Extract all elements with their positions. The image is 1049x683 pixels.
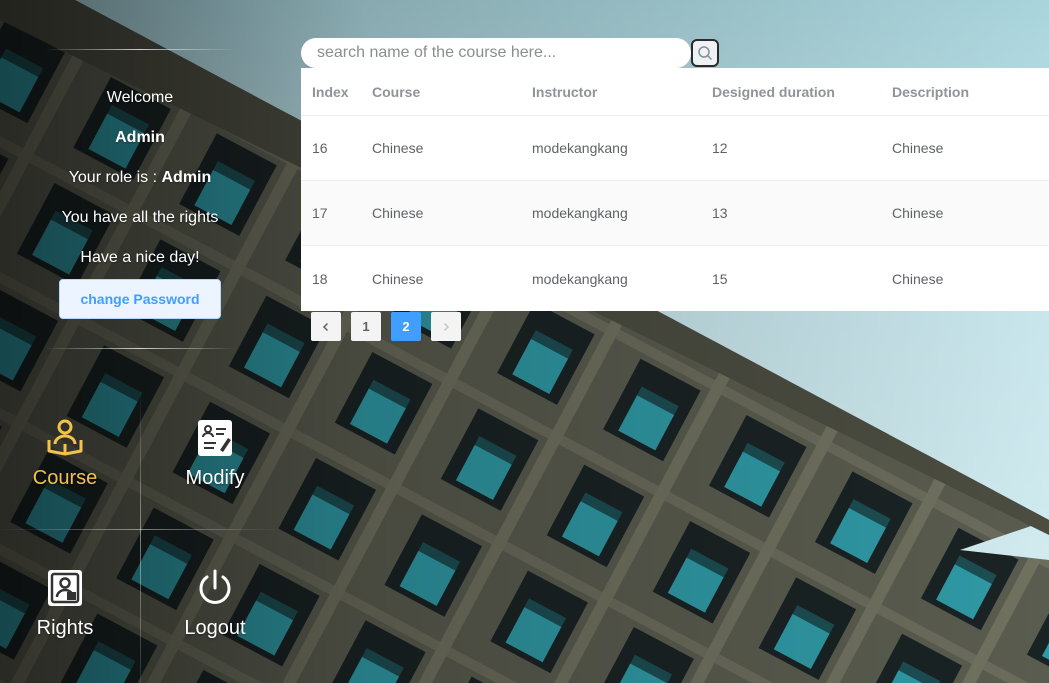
cell-course: Chinese: [372, 270, 424, 287]
column-header-index[interactable]: Index: [301, 84, 361, 100]
user-badge-icon: [48, 570, 82, 606]
power-icon: [199, 569, 231, 604]
search-input[interactable]: [301, 38, 691, 68]
cell-description: Chinese: [892, 205, 944, 221]
column-header-duration[interactable]: Designed duration: [701, 84, 881, 100]
rights-text: You have all the rights: [61, 209, 219, 226]
search-button[interactable]: [691, 39, 719, 67]
menu-label-modify: Modify: [185, 467, 245, 489]
cell-instructor: modekangkang: [532, 140, 628, 156]
role-prefix: Your role is :: [68, 169, 162, 186]
change-password-button[interactable]: change Password: [59, 279, 221, 319]
cell-duration: 13: [712, 205, 728, 221]
cell-instructor: modekangkang: [532, 270, 628, 287]
menu-label-course: Course: [32, 467, 98, 489]
course-table: Index Course Instructor Designed duratio…: [301, 68, 1049, 311]
divider: [45, 348, 235, 349]
pagination: 1 2: [311, 312, 471, 341]
table-row[interactable]: 18 Chinese modekangkang 15 Chinese: [301, 246, 1049, 311]
cell-index: 17: [312, 205, 328, 221]
role-value: Admin: [161, 169, 212, 186]
pagination-page-1[interactable]: 1: [351, 312, 381, 341]
table-row[interactable]: 16 Chinese modekangkang 12 Chinese: [301, 116, 1049, 181]
menu-item-modify[interactable]: Modify: [145, 418, 285, 538]
table-row[interactable]: 17 Chinese modekangkang 13 Chinese: [301, 181, 1049, 246]
cell-course: Chinese: [372, 205, 424, 221]
menu-divider-vertical: [140, 390, 141, 683]
cell-instructor: modekangkang: [532, 205, 628, 221]
pagination-page-2[interactable]: 2: [391, 312, 421, 341]
menu-item-rights[interactable]: Rights: [0, 568, 135, 683]
column-header-course[interactable]: Course: [361, 84, 521, 100]
menu-item-course[interactable]: Course: [0, 418, 135, 538]
cell-index: 18: [312, 270, 328, 287]
cell-description: Chinese: [892, 140, 944, 156]
menu-item-logout[interactable]: Logout: [145, 568, 285, 683]
cell-description: Chinese: [892, 270, 944, 287]
column-header-description[interactable]: Description: [881, 84, 1049, 100]
chevron-left-icon: [322, 322, 329, 331]
menu-label-rights: Rights: [36, 617, 94, 639]
divider: [45, 49, 235, 50]
cell-duration: 12: [712, 140, 728, 156]
sidebar: Welcome Admin Your role is : Admin You h…: [0, 0, 280, 683]
pagination-next-button[interactable]: [431, 312, 461, 341]
column-header-instructor[interactable]: Instructor: [521, 84, 701, 100]
menu-label-logout: Logout: [184, 617, 246, 639]
cell-duration: 15: [712, 270, 728, 287]
username: Admin: [115, 129, 165, 146]
role-line: Your role is : Admin: [0, 168, 280, 188]
pagination-prev-button[interactable]: [311, 312, 341, 341]
cell-index: 16: [312, 140, 328, 156]
cell-course: Chinese: [372, 140, 424, 156]
search-icon: [698, 46, 712, 60]
welcome-text: Welcome: [106, 89, 174, 106]
document-edit-icon: [198, 420, 232, 456]
chevron-right-icon: [443, 322, 450, 331]
course-icon: [47, 419, 83, 456]
greeting-text: Have a nice day!: [80, 249, 200, 266]
table-header: Index Course Instructor Designed duratio…: [301, 68, 1049, 116]
